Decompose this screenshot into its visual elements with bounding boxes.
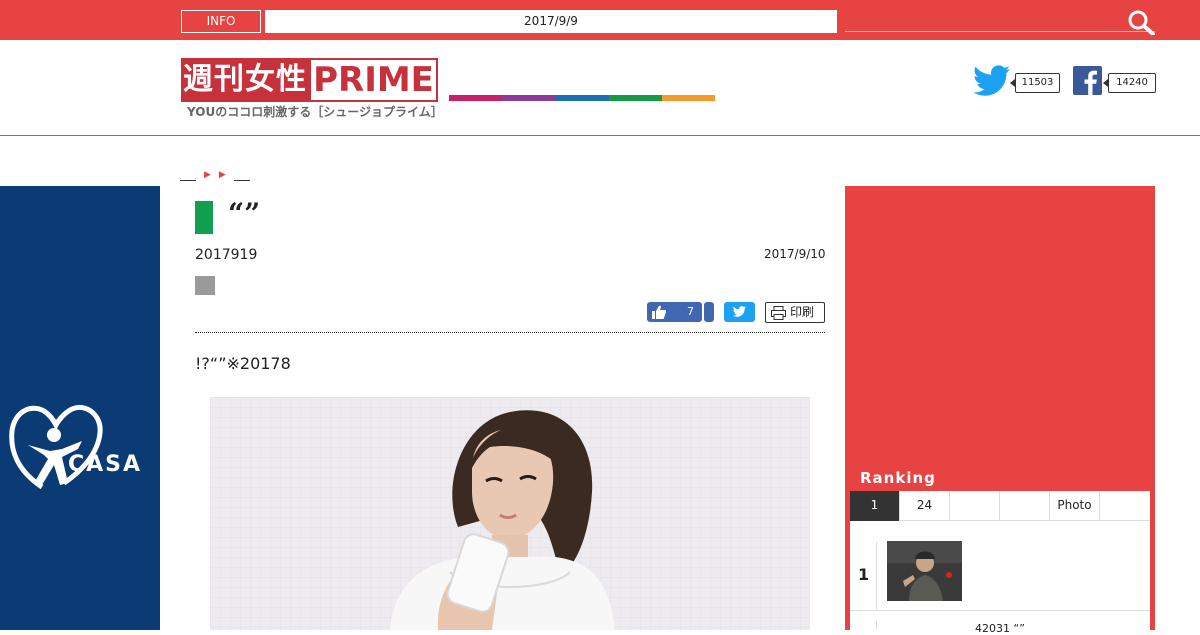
article-title: “”: [228, 197, 261, 230]
ranking-tabs: 1 24 Photo: [850, 491, 1150, 521]
updated-date: 2017/9/10: [764, 247, 826, 261]
author-avatar[interactable]: [195, 276, 215, 295]
breadcrumb-arrow-icon: ▶: [218, 170, 226, 180]
logo-weekly-josei[interactable]: 週刊女性: [181, 58, 309, 102]
breadcrumb: ▶ ▶: [180, 168, 250, 182]
twitter-count: 11503: [1010, 73, 1060, 93]
ranking-item[interactable]: 1: [850, 522, 1150, 611]
ranking-heading: Ranking: [850, 466, 941, 491]
logo-prime[interactable]: PRIME: [309, 58, 438, 102]
twitter-bird-icon: [732, 306, 746, 317]
site-tagline: YOUのココロ刺激する［シュージョプライム］: [187, 105, 443, 119]
ranking-item-text: 42031 “”: [975, 622, 1025, 635]
search-icon[interactable]: [1127, 9, 1155, 35]
facebook-icon[interactable]: [1073, 66, 1102, 95]
print-button[interactable]: 印刷: [765, 302, 825, 323]
ranking-tab-3[interactable]: [950, 491, 1000, 521]
ranking-thumbnail[interactable]: [887, 541, 962, 601]
casa-logo-icon: [9, 405, 103, 490]
facebook-count: 14240: [1103, 73, 1156, 93]
thumbs-up-icon: [652, 305, 666, 319]
ranking-item[interactable]: 42031 “”: [850, 613, 1150, 635]
published-date: 2017919: [195, 247, 258, 263]
ranking-divider: [876, 621, 877, 630]
ranking-panel: 1 24 Photo 1 42031 “”: [850, 491, 1150, 635]
article-lead: !?“”※20178: [195, 354, 291, 373]
date-display: 2017/9/9: [265, 10, 837, 33]
woman-with-phone-photo: [210, 397, 810, 630]
ranking-tab-24[interactable]: 24: [900, 491, 950, 521]
ranking-tab-photo[interactable]: Photo: [1050, 491, 1100, 521]
ranking-tab-6[interactable]: [1100, 491, 1150, 521]
man-photo: [887, 541, 962, 601]
ranking-number: 1: [858, 565, 870, 584]
breadcrumb-arrow-icon: ▶: [204, 170, 211, 180]
article-photo: [210, 397, 810, 630]
casa-brand-text: CASA: [68, 452, 143, 477]
like-count-tail: [704, 302, 714, 322]
facebook-like-button[interactable]: 7: [647, 302, 702, 322]
site-header: 週刊女性 PRIME YOUのココロ刺激する［シュージョプライム］ 11503 …: [0, 40, 1200, 136]
title-marker: [195, 201, 213, 234]
twitter-icon[interactable]: [973, 65, 1011, 99]
top-bar: INFO 2017/9/9: [0, 0, 1200, 40]
tweet-button[interactable]: [724, 302, 755, 322]
ranking-tab-1[interactable]: 1: [850, 491, 900, 521]
breadcrumb-current: [233, 179, 250, 181]
side-ad-banner[interactable]: CASA: [0, 186, 160, 630]
like-count: 7: [687, 305, 694, 318]
info-button[interactable]: INFO: [181, 10, 261, 33]
divider: [195, 332, 825, 333]
ranking-tab-4[interactable]: [1000, 491, 1050, 521]
ranking-divider: [876, 542, 877, 610]
search-input-line[interactable]: [845, 31, 1155, 32]
printer-icon: [771, 306, 786, 320]
print-label: 印刷: [790, 305, 815, 319]
color-stripe: [449, 95, 716, 101]
breadcrumb-home-link[interactable]: [180, 179, 196, 181]
